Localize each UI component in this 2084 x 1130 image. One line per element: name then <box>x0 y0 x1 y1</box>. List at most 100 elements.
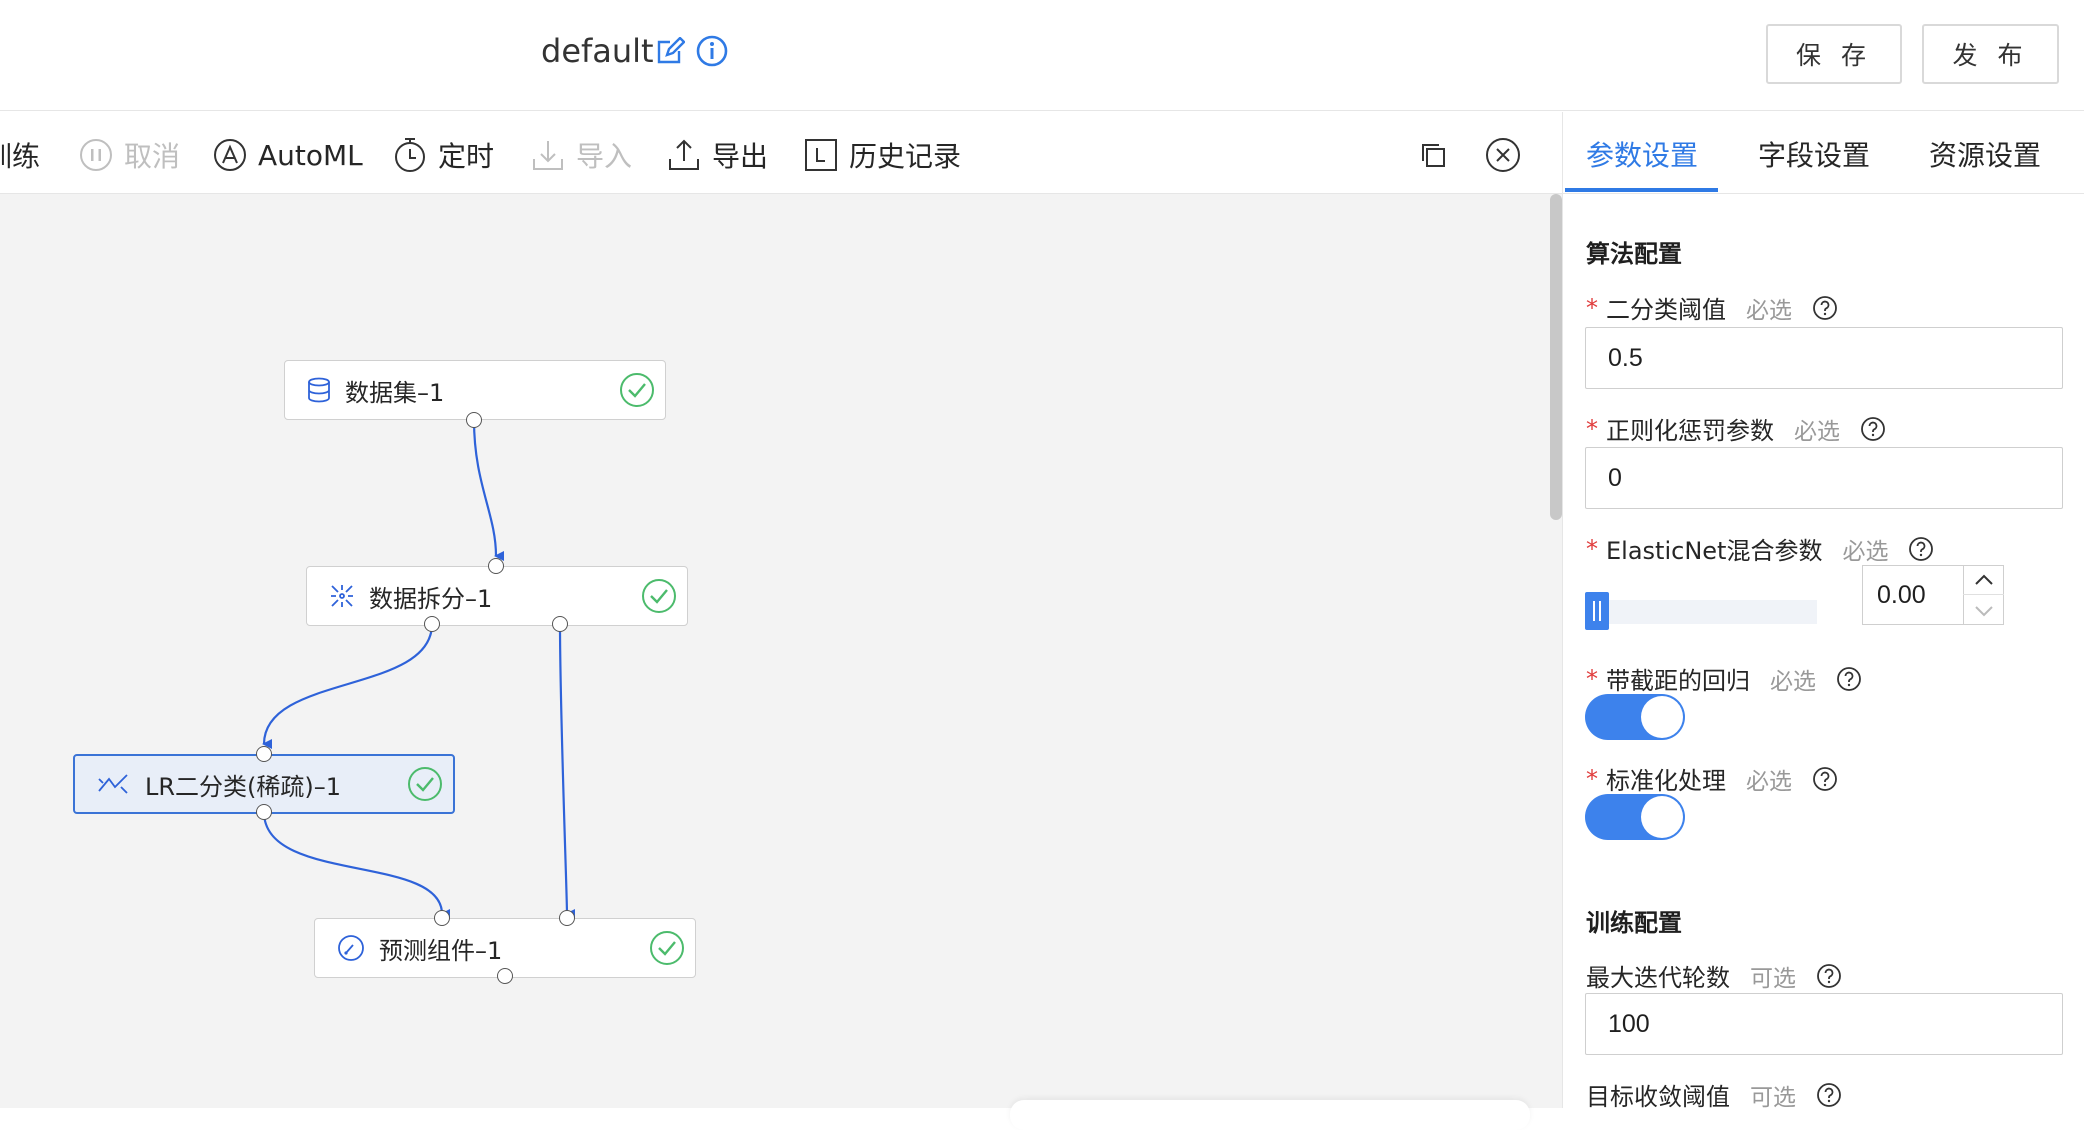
required-mark: * <box>1586 534 1598 563</box>
import-label: 导入 <box>576 140 633 173</box>
required-tag: 必选 <box>1842 538 1889 565</box>
section-training-config: 训练配置 <box>1586 909 1682 937</box>
elasticnet-slider-track[interactable] <box>1585 600 1817 624</box>
reg-penalty-input[interactable]: 0 <box>1585 447 2063 509</box>
publish-button[interactable]: 发 布 <box>1922 24 2059 84</box>
node-label: 数据拆分–1 <box>369 584 493 613</box>
bottom-popup-edge <box>1010 1100 1530 1130</box>
label-text: 正则化惩罚参数 <box>1606 417 1774 445</box>
tab-resource-settings[interactable]: 资源设置 <box>1929 134 2041 174</box>
history-button[interactable]: 历史记录 <box>803 134 961 176</box>
edges-layer <box>262 419 576 919</box>
label-text: 最大迭代轮数 <box>1586 964 1730 992</box>
elasticnet-slider-handle[interactable] <box>1585 592 1609 630</box>
info-icon[interactable] <box>695 34 729 68</box>
success-check-icon <box>649 930 685 966</box>
success-check-icon <box>407 766 443 802</box>
schedule-label: 定时 <box>438 140 495 173</box>
standardize-toggle[interactable] <box>1585 794 1685 840</box>
optional-tag: 可选 <box>1750 1084 1796 1111</box>
threshold-input[interactable]: 0.5 <box>1585 327 2063 389</box>
output-port[interactable] <box>256 804 272 820</box>
input-port[interactable] <box>559 910 575 926</box>
node-label: LR二分类(稀疏)–1 <box>145 772 342 801</box>
help-icon[interactable] <box>1812 766 1838 792</box>
success-check-icon <box>641 578 677 614</box>
edge-split-to-predict <box>558 623 576 919</box>
output-port[interactable] <box>497 968 513 984</box>
history-label: 历史记录 <box>849 140 962 173</box>
regression-icon <box>97 773 131 795</box>
max-iter-input[interactable]: 100 <box>1585 993 2063 1055</box>
timer-icon <box>395 138 425 172</box>
pause-icon <box>80 139 112 171</box>
cancel-button[interactable]: 取消 <box>78 134 180 176</box>
section-algorithm-config: 算法配置 <box>1586 240 1682 268</box>
cancel-label: 取消 <box>124 140 181 173</box>
import-button[interactable]: 导入 <box>530 134 632 176</box>
field-label-threshold: * 二分类阈值 必选 <box>1586 290 1838 325</box>
export-button[interactable]: 导出 <box>666 134 768 176</box>
input-port[interactable] <box>434 910 450 926</box>
tab-param-settings[interactable]: 参数设置 <box>1586 134 1698 174</box>
required-mark: * <box>1586 664 1598 693</box>
node-dataset[interactable]: 数据集–1 <box>284 360 666 420</box>
active-tab-indicator <box>1565 188 1718 192</box>
field-label-intercept: * 带截距的回归 必选 <box>1586 661 1862 696</box>
help-icon[interactable] <box>1812 295 1838 321</box>
required-tag: 必选 <box>1794 418 1840 445</box>
gauge-icon <box>337 934 365 962</box>
output-port[interactable] <box>552 616 568 632</box>
close-button[interactable] <box>1484 134 1522 176</box>
input-port[interactable] <box>488 558 504 574</box>
edge-lr-to-predict <box>262 811 451 919</box>
split-icon <box>329 583 355 609</box>
help-icon[interactable] <box>1816 963 1842 989</box>
copy-button[interactable] <box>1418 134 1448 176</box>
required-mark: * <box>1586 764 1598 793</box>
close-icon <box>1486 138 1520 172</box>
edge-dataset-to-split <box>472 419 505 561</box>
help-icon[interactable] <box>1836 666 1862 692</box>
field-label-elasticnet: * ElasticNet混合参数 必选 <box>1586 531 1934 566</box>
field-label-reg-penalty: * 正则化惩罚参数 必选 <box>1586 411 1886 446</box>
automl-icon <box>214 139 246 171</box>
download-icon <box>533 141 563 170</box>
pipeline-canvas[interactable]: 数据集–1 数据拆分–1 LR二分类(稀疏)–1 预测组件–1 <box>0 194 1562 1108</box>
tab-field-settings[interactable]: 字段设置 <box>1758 134 1870 174</box>
intercept-toggle[interactable] <box>1585 694 1685 740</box>
label-text: 带截距的回归 <box>1606 667 1750 695</box>
field-label-tol: 目标收敛阈值 可选 <box>1586 1077 1842 1112</box>
required-tag: 必选 <box>1770 668 1816 695</box>
upload-icon <box>669 139 699 170</box>
database-icon <box>307 377 331 403</box>
export-label: 导出 <box>712 140 769 173</box>
schedule-button[interactable]: 定时 <box>392 134 494 176</box>
canvas-scrollbar[interactable] <box>1550 194 1562 520</box>
node-label: 数据集–1 <box>345 378 445 407</box>
stepper-up-icon[interactable] <box>1963 565 2004 595</box>
automl-label: AutoML <box>258 138 363 172</box>
edit-title-icon[interactable] <box>655 36 686 67</box>
node-data-split[interactable]: 数据拆分–1 <box>306 566 688 626</box>
train-button[interactable]: 训练 <box>0 134 40 176</box>
label-text: 目标收敛阈值 <box>1586 1083 1730 1111</box>
output-port[interactable] <box>424 616 440 632</box>
edge-split-to-lr <box>262 623 434 750</box>
required-tag: 必选 <box>1746 297 1792 324</box>
tabs-divider <box>1562 193 2084 194</box>
field-label-standardize: * 标准化处理 必选 <box>1586 761 1838 796</box>
automl-button[interactable]: AutoML <box>212 134 363 176</box>
required-mark: * <box>1586 414 1598 443</box>
node-label: 预测组件–1 <box>379 936 503 965</box>
save-button[interactable]: 保 存 <box>1766 24 1902 84</box>
output-port[interactable] <box>466 412 482 428</box>
input-port[interactable] <box>256 746 272 762</box>
help-icon[interactable] <box>1908 536 1934 562</box>
required-mark: * <box>1586 293 1598 322</box>
label-text: 标准化处理 <box>1606 767 1726 795</box>
stepper-down-icon[interactable] <box>1963 596 2004 625</box>
label-text: 二分类阈值 <box>1606 296 1726 324</box>
help-icon[interactable] <box>1816 1082 1842 1108</box>
help-icon[interactable] <box>1860 416 1886 442</box>
